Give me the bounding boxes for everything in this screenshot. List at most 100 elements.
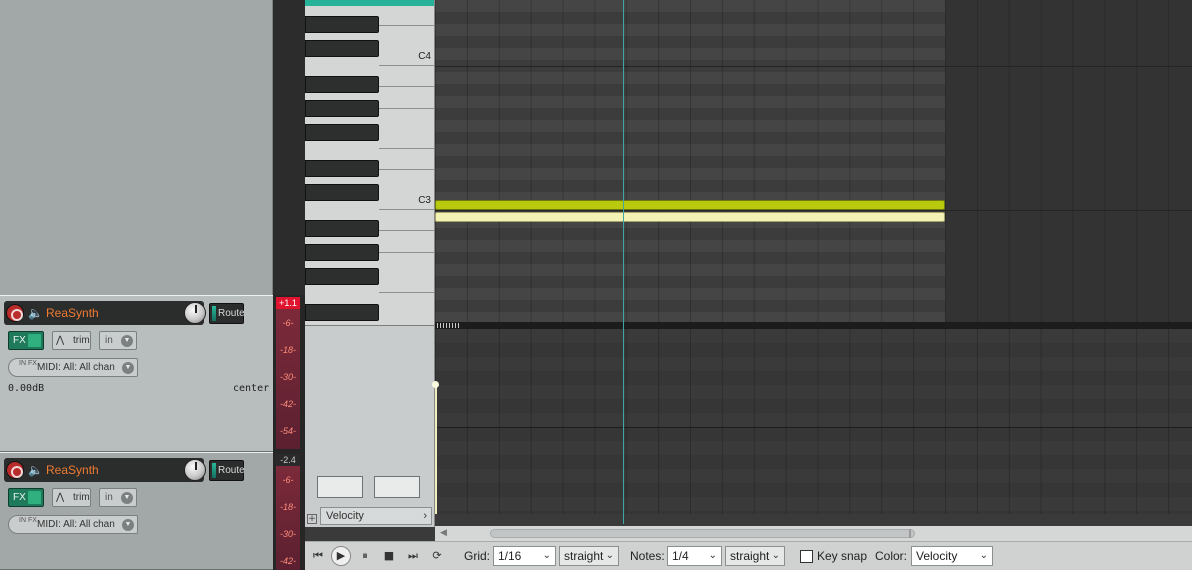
input-monitor-button[interactable]: in ▼ [99,488,137,507]
route-button[interactable]: Route [209,460,245,481]
scrollbar-thumb[interactable] [490,529,915,538]
black-key[interactable] [305,40,379,57]
repeat-icon[interactable]: ⟳ [429,548,445,564]
input-monitor-button[interactable]: in ▼ [99,331,137,350]
meter-tick: -30- [279,372,296,382]
piano-roll-grid[interactable] [435,0,1192,322]
automation-mode-button[interactable]: ⋀ trim [52,331,91,350]
midi-input-select[interactable]: IN FX MIDI: All: All chan ▼ [8,515,138,534]
play-cursor [623,0,624,524]
meter-tick: -18- [279,345,296,355]
record-arm-button[interactable] [6,304,24,322]
black-key[interactable] [305,268,379,285]
chevron-down-icon: ⌄ [542,550,551,561]
fx-button[interactable]: FX [8,331,44,350]
black-key[interactable] [305,124,379,141]
stop-icon[interactable]: ■ [381,548,397,564]
black-key[interactable] [305,76,379,93]
meter-peak-readout[interactable]: -2.4 [276,454,300,466]
track-meter-2[interactable]: -2.4 -6- -18- -30- -42- [273,452,305,570]
editor-toolbar: ⏮ ▶ ⏸ ■ ⏭ ⟳ Grid: 1/16 ⌄ straight ⌄ Note… [305,541,1192,570]
chevron-down-icon: ⌄ [708,550,717,561]
piano-keyboard[interactable]: C4 C3 [305,0,435,325]
track-panel-empty-area[interactable] [0,0,273,295]
track-name-bar[interactable]: 🔈 ReaSynth [4,301,206,325]
fx-enable-icon[interactable] [28,491,41,504]
scroll-left-icon[interactable]: ◀ [440,528,450,538]
envelope-icon: ⋀ [56,492,65,503]
cc-lane-select[interactable]: Velocity › [320,507,432,525]
key-snap-label[interactable]: Key snap [817,549,867,563]
chevron-down-icon: ▼ [121,335,133,347]
horizontal-scrollbar[interactable]: ◀ [435,526,1192,541]
track-panel-1[interactable]: 🔈 ReaSynth Route FX ⋀ trim in ▼ IN FX MI… [0,295,273,452]
chevron-down-icon: ▼ [121,492,133,504]
record-arm-button[interactable] [6,461,24,479]
midi-input-value: MIDI: All: All chan [37,362,115,373]
route-button[interactable]: Route [209,303,245,324]
grid-select[interactable]: 1/16 ⌄ [493,546,556,566]
automation-mode-button[interactable]: ⋀ trim [52,488,91,507]
add-lane-icon[interactable]: + [307,514,317,524]
velocity-lane[interactable] [432,329,1192,514]
pause-icon[interactable]: ⏸ [357,548,373,564]
white-key-divider [379,169,434,170]
track-name-bar[interactable]: 🔈 ReaSynth [4,458,206,482]
black-key[interactable] [305,100,379,117]
notes-value: 1/4 [672,549,689,563]
lane-button-left[interactable] [317,476,363,498]
lane-divider[interactable] [435,322,1192,329]
notes-select[interactable]: 1/4 ⌄ [667,546,722,566]
black-key[interactable] [305,304,379,321]
key-snap-checkbox[interactable] [800,550,813,563]
volume-knob[interactable] [184,459,206,481]
midi-note-selected[interactable] [435,200,945,210]
volume-knob[interactable] [184,302,206,324]
input-fx-icon[interactable]: IN FX [19,517,37,524]
drag-handle-icon[interactable] [437,323,461,328]
rewind-icon[interactable]: ⏮ [310,548,326,564]
fx-enable-icon[interactable] [28,334,41,347]
outside-item-area[interactable] [945,0,1192,322]
track-meter-1[interactable]: +1.1 -6- -18- -30- -42- -54- [273,295,305,452]
black-key[interactable] [305,16,379,33]
octave-line [435,66,1192,67]
black-key[interactable] [305,244,379,261]
white-key-divider [379,148,434,149]
lane-button-right[interactable] [374,476,420,498]
velocity-bar[interactable] [435,384,437,514]
chevron-down-icon: ▼ [122,519,134,531]
meter-tick: -42- [279,399,296,409]
color-select[interactable]: Velocity ⌄ [911,546,993,566]
item-area[interactable] [435,0,945,322]
volume-readout: 0.00dB [8,383,45,394]
white-key-divider [379,209,434,210]
midi-input-select[interactable]: IN FX MIDI: All: All chan ▼ [8,358,138,377]
track-name[interactable]: ReaSynth [46,304,99,322]
velocity-handle[interactable] [432,381,439,388]
grid-mode-select[interactable]: straight ⌄ [559,546,619,566]
notes-mode-select[interactable]: straight ⌄ [725,546,785,566]
fx-button[interactable]: FX [8,488,44,507]
chevron-right-icon: › [423,510,427,522]
route-stripe-icon [212,306,216,321]
octave-line [435,210,1192,211]
chevron-down-icon: ▼ [122,362,134,374]
white-key-divider [379,292,434,293]
black-key[interactable] [305,184,379,201]
midi-note[interactable] [435,212,945,222]
track-name[interactable]: ReaSynth [46,461,99,479]
track-panel-2[interactable]: 🔈 ReaSynth Route FX ⋀ trim in ▼ IN FX MI… [0,452,273,570]
black-key[interactable] [305,160,379,177]
speaker-icon[interactable]: 🔈 [28,462,43,478]
forward-icon[interactable]: ⏭ [405,548,421,564]
play-icon[interactable]: ▶ [331,546,351,566]
meter-peak-readout[interactable]: +1.1 [276,297,300,309]
speaker-icon[interactable]: 🔈 [28,305,43,321]
input-fx-icon[interactable]: IN FX [19,360,37,367]
meter-tick: -42- [279,556,296,566]
meter-tick: -54- [279,426,296,436]
white-key-divider [379,86,434,87]
black-key[interactable] [305,220,379,237]
highlighted-key[interactable] [305,0,434,6]
